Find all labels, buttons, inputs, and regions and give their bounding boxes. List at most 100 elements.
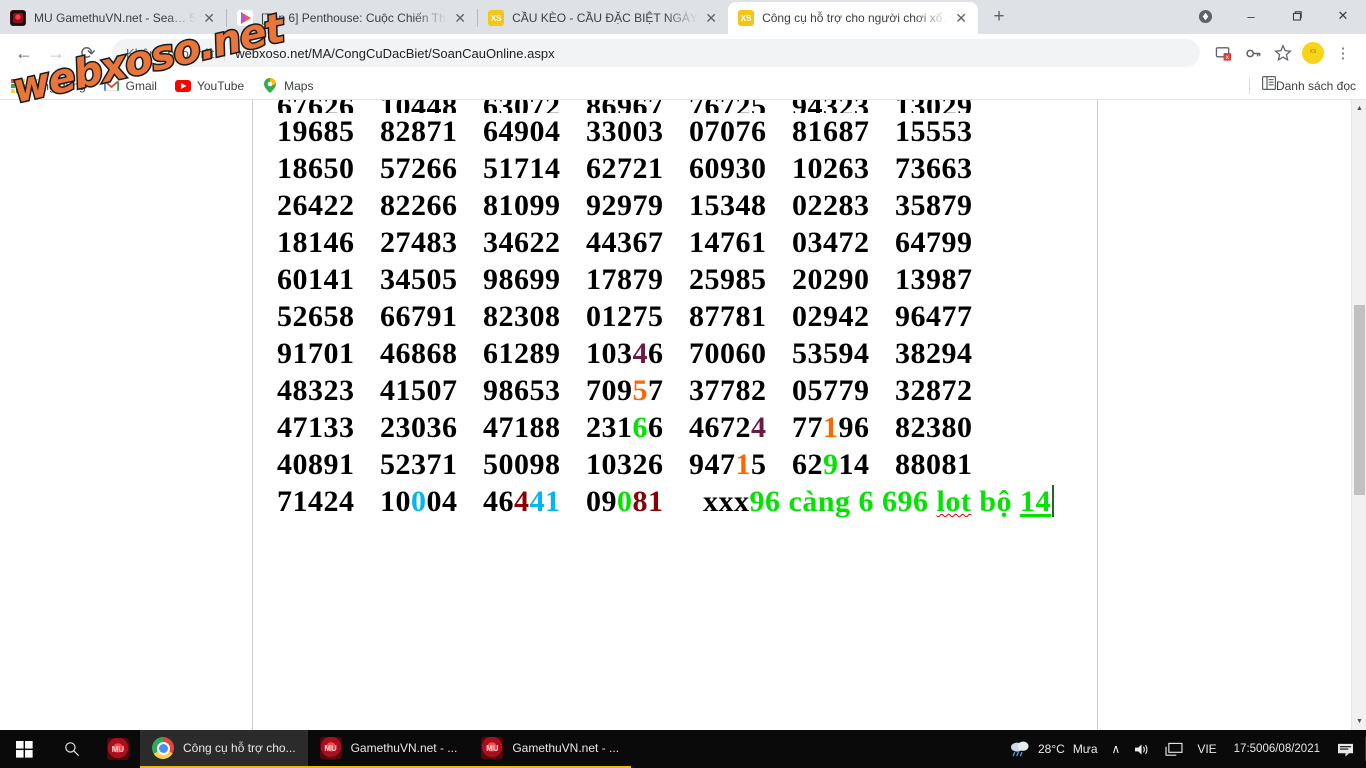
- bookmark-gmail[interactable]: Gmail: [104, 78, 157, 94]
- minimize-button[interactable]: –: [1228, 0, 1274, 32]
- taskbar-item-mu-1[interactable]: MU GamethuVN.net - ...: [308, 730, 470, 768]
- number-cell: 02283: [792, 187, 895, 224]
- digit-segment: 94323: [792, 100, 870, 113]
- back-button[interactable]: ←: [8, 37, 40, 69]
- digit-segment: 1: [736, 448, 752, 481]
- browser-tab-1[interactable]: [Tập 6] Penthouse: Cuộc Chiến Th… ✕: [227, 2, 477, 34]
- system-tray: 28°C Mưa ∧ VIE 17:50 06/08/2021: [1002, 730, 1366, 768]
- reading-list-label: Danh sách đọc: [1276, 79, 1356, 93]
- close-icon[interactable]: ✕: [950, 7, 972, 29]
- taskbar-pinned-mu[interactable]: MU: [96, 730, 140, 768]
- bookmark-youtube[interactable]: YouTube: [175, 78, 244, 94]
- number-row: 52658667918230801275877810294296477: [277, 298, 1054, 335]
- vertical-scrollbar[interactable]: ▲ ▼: [1351, 100, 1366, 730]
- profile-avatar[interactable]: XS: [1298, 38, 1328, 68]
- notification-icon[interactable]: [1330, 742, 1361, 757]
- digit-segment: 13029: [895, 100, 973, 113]
- star-icon[interactable]: [1268, 38, 1298, 68]
- number-cell: 33003: [586, 113, 689, 150]
- digit-segment: 7: [648, 374, 664, 407]
- close-button[interactable]: ✕: [1320, 0, 1366, 32]
- number-cell: 10346: [586, 335, 689, 372]
- show-hidden-icons-chevron[interactable]: ∧: [1105, 742, 1128, 756]
- digit-segment: 40891: [277, 448, 355, 481]
- windows-taskbar: MU Công cụ hỗ trợ cho... MU GamethuVN.ne…: [0, 730, 1366, 768]
- digit-segment: 41: [530, 485, 561, 518]
- number-cell: 03472: [792, 224, 895, 261]
- windows-logo-icon[interactable]: [0, 730, 48, 768]
- weather-widget[interactable]: 28°C Mưa: [1002, 739, 1105, 760]
- digit-segment: 47188: [483, 411, 561, 444]
- reload-button[interactable]: ⟳: [72, 37, 104, 69]
- mu-icon: [10, 10, 26, 26]
- language-indicator[interactable]: VIE: [1190, 742, 1223, 756]
- number-cell: 62721: [586, 150, 689, 187]
- digit-segment: 13987: [895, 263, 973, 296]
- speaker-icon[interactable]: [1127, 742, 1158, 757]
- clock[interactable]: 17:50 06/08/2021: [1224, 742, 1330, 757]
- close-icon[interactable]: ✕: [700, 7, 722, 29]
- bookmark-maps[interactable]: Maps: [262, 78, 313, 94]
- digit-segment: 77: [792, 411, 823, 444]
- close-icon[interactable]: ✕: [198, 7, 220, 29]
- reading-list-button[interactable]: Danh sách đọc: [1249, 76, 1356, 95]
- bookmark-label: YouTube: [197, 79, 244, 93]
- digit-segment: 9: [823, 448, 839, 481]
- annotation-segment: [1012, 485, 1020, 518]
- digit-segment: 96477: [895, 300, 973, 333]
- clock-date: 06/08/2021: [1262, 742, 1320, 757]
- taskbar-item-chrome[interactable]: Công cụ hỗ trợ cho...: [140, 730, 308, 768]
- digit-segment: 14761: [689, 226, 767, 259]
- maximize-button[interactable]: [1274, 0, 1320, 32]
- digit-segment: 51714: [483, 152, 561, 185]
- digit-segment: 4: [751, 411, 767, 444]
- new-tab-button[interactable]: +: [984, 2, 1014, 32]
- number-cell: 60141: [277, 261, 380, 298]
- extension-badge-icon[interactable]: [1182, 0, 1228, 32]
- taskbar-item-mu-2[interactable]: MU GamethuVN.net - ...: [469, 730, 631, 768]
- search-icon[interactable]: [48, 730, 96, 768]
- address-bar[interactable]: Không bảo mật webxoso.net/MA/CongCuDacBi…: [112, 39, 1200, 67]
- number-cell: 35879: [895, 187, 973, 224]
- digit-segment: 709: [586, 374, 633, 407]
- browser-tab-2[interactable]: XS CẦU KÈO - CẦU ĐẶC BIỆT NGÀY… ✕: [478, 2, 728, 34]
- annotation-text[interactable]: xxx96 càng 6 696 lot bộ 14: [703, 483, 1054, 520]
- weather-desc: Mưa: [1073, 742, 1098, 756]
- number-row: 71424100044644109081xxx96 càng 6 696 lot…: [277, 483, 1054, 520]
- cast-blocked-icon[interactable]: x: [1208, 38, 1238, 68]
- digit-segment: 231: [586, 411, 633, 444]
- text-caret: [1052, 485, 1054, 517]
- scrollbar-thumb[interactable]: [1354, 305, 1365, 495]
- bookmark-label: Gmail: [126, 79, 157, 93]
- key-icon[interactable]: [1238, 38, 1268, 68]
- digit-segment: 76725: [689, 100, 767, 113]
- digit-segment: 4: [514, 485, 530, 518]
- digit-segment: 103: [586, 337, 633, 370]
- bookmark-apps[interactable]: Ứng dụng: [10, 78, 86, 94]
- number-cell: 94715: [689, 446, 792, 483]
- browser-tab-3-active[interactable]: XS Công cụ hỗ trợ cho người chơi xổ… ✕: [728, 2, 978, 34]
- number-grid[interactable]: 6762610448630728696776725943231302919685…: [277, 100, 1054, 520]
- number-cell: 10004: [380, 483, 483, 520]
- scroll-up-arrow-icon[interactable]: ▲: [1352, 100, 1366, 117]
- number-cell: 87781: [689, 298, 792, 335]
- chrome-icon: [152, 737, 174, 759]
- browser-tab-0[interactable]: MU GamethuVN.net - Sea… 5 ✕: [0, 2, 226, 34]
- number-cell: 82380: [895, 409, 973, 446]
- digit-segment: 32872: [895, 374, 973, 407]
- number-row: 18650572665171462721609301026373663: [277, 150, 1054, 187]
- number-cell: 47133: [277, 409, 380, 446]
- digit-segment: 6: [648, 337, 664, 370]
- number-cell: 15348: [689, 187, 792, 224]
- maps-pin-icon: [262, 78, 278, 94]
- scroll-down-arrow-icon[interactable]: ▼: [1352, 713, 1366, 730]
- digit-segment: 05779: [792, 374, 870, 407]
- close-icon[interactable]: ✕: [449, 7, 471, 29]
- number-cell: 47188: [483, 409, 586, 446]
- digit-segment: 15553: [895, 115, 973, 148]
- page-content-box: 6762610448630728696776725943231302919685…: [252, 100, 1098, 730]
- number-cell: 64904: [483, 113, 586, 150]
- menu-dots-icon[interactable]: ⋮: [1328, 38, 1358, 68]
- play-icon: [237, 10, 253, 26]
- monitor-icon[interactable]: [1158, 742, 1190, 757]
